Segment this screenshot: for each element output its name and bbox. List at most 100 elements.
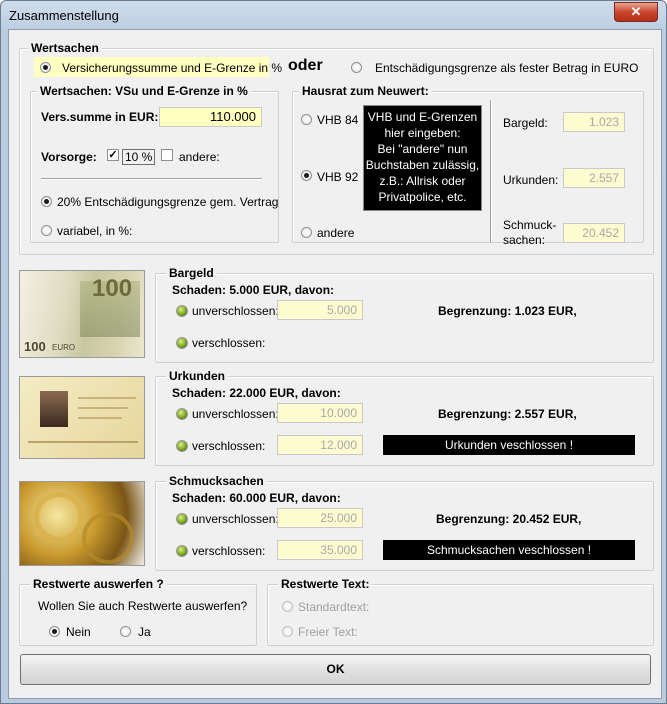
hausrat-group: Hausrat zum Neuwert: VHB 84 VHB 92 ander… [292, 84, 644, 247]
urkunden-warning: Urkunden veschlossen ! [383, 435, 635, 455]
restwerte-legend: Restwerte auswerfen ? [30, 577, 167, 591]
radio-20-percent[interactable] [41, 196, 52, 207]
hausrat-separator [490, 100, 492, 242]
schmuck-group: Schmucksachen Schaden: 60.000 EUR, davon… [155, 474, 654, 571]
banknote-value: 100 [92, 275, 133, 302]
schmuck-limit-label-2: sachen: [503, 233, 546, 247]
bargeld-group: Bargeld Schaden: 5.000 EUR, davon: unver… [155, 266, 654, 363]
schmuck-verschlossen-label: verschlossen: [192, 544, 266, 558]
radio-variabel-label: variabel, in %: [57, 224, 133, 238]
urkunden-schaden: Schaden: 22.000 EUR, davon: [172, 386, 341, 400]
passport-line [28, 441, 138, 443]
bargeld-schaden: Schaden: 5.000 EUR, davon: [172, 283, 335, 297]
dialog-window: Zusammenstellung ✕ Wertsachen Versicheru… [0, 0, 667, 704]
schmuck-verschlossen-input[interactable]: 35.000 [277, 540, 363, 560]
passport-line [78, 417, 122, 419]
vers-summe-input[interactable]: 110.000 [159, 107, 262, 127]
radio-nein[interactable] [49, 626, 60, 637]
schmuck-unverschlossen-indicator [176, 513, 188, 525]
bargeld-unverschlossen-input[interactable]: 5.000 [277, 300, 363, 320]
schmuck-schaden: Schaden: 60.000 EUR, davon: [172, 491, 341, 505]
radio-standardtext[interactable] [282, 601, 293, 612]
bargeld-begrenzung: Begrenzung: 1.023 EUR, [438, 304, 577, 318]
restwerte-question: Wollen Sie auch Restwerte auswerfen? [38, 599, 248, 613]
vorsorge-10-checkbox[interactable]: ✓ [107, 149, 119, 161]
ok-button[interactable]: OK [20, 654, 651, 685]
radio-fixed-amount-label: Entschädigungsgrenze als fester Betrag i… [375, 61, 639, 75]
dialog-client: Wertsachen Versicherungssumme und E-Gren… [8, 29, 662, 699]
banknote-image: 100 100 EURO [19, 270, 145, 358]
jewelry-ring [82, 512, 134, 564]
schmuck-warning: Schmucksachen veschlossen ! [383, 540, 635, 560]
passport-line [78, 407, 128, 409]
radio-variabel[interactable] [41, 225, 52, 236]
radio-ja-label: Ja [138, 625, 151, 639]
hausrat-info-box: VHB und E-Grenzen hier eingeben: Bei "an… [363, 105, 482, 211]
info-line: VHB und E-Grenzen [367, 110, 478, 124]
bargeld-limit-label: Bargeld: [503, 116, 548, 130]
vorsorge-label: Vorsorge: [41, 150, 97, 164]
wertsachen-legend: Wertsachen [28, 41, 102, 55]
info-line: Buchstaben zulässig, [365, 158, 480, 172]
urkunden-limit-label: Urkunden: [503, 173, 559, 187]
radio-fixed-amount[interactable] [351, 62, 362, 73]
restwerte-text-group: Restwerte Text: Standardtext: Freier Tex… [267, 577, 654, 646]
info-line: hier eingeben: [384, 126, 461, 140]
vsu-group: Wertsachen: VSu und E-Grenze in % Vers.s… [30, 84, 279, 243]
radio-freier-text-label: Freier Text: [298, 625, 358, 639]
info-line: z.B.: Allrisk oder [379, 174, 466, 188]
urkunden-unverschlossen-label: unverschlossen: [192, 407, 279, 421]
vsu-legend: Wertsachen: VSu und E-Grenze in % [37, 84, 251, 98]
urkunden-unverschlossen-input[interactable]: 10.000 [277, 403, 363, 423]
bargeld-verschlossen-indicator [176, 337, 188, 349]
hausrat-legend: Hausrat zum Neuwert: [299, 84, 432, 98]
schmuck-verschlossen-indicator [176, 545, 188, 557]
vorsorge-andere-checkbox[interactable] [161, 149, 173, 161]
radio-standardtext-label: Standardtext: [298, 600, 370, 614]
vorsorge-andere-label: andere: [179, 150, 220, 164]
radio-nein-label: Nein [66, 625, 91, 639]
restwerte-group: Restwerte auswerfen ? Wollen Sie auch Re… [19, 577, 257, 646]
radio-ja[interactable] [120, 626, 131, 637]
wertsachen-group: Wertsachen Versicherungssumme und E-Gren… [19, 41, 654, 255]
radio-freier-text[interactable] [282, 626, 293, 637]
radio-hausrat-andere[interactable] [301, 227, 312, 238]
urkunden-group: Urkunden Schaden: 22.000 EUR, davon: unv… [155, 369, 654, 466]
radio-vhb92[interactable] [301, 170, 312, 181]
schmuck-unverschlossen-label: unverschlossen: [192, 512, 279, 526]
radio-vsu-label: Versicherungssumme und E-Grenze in % [62, 61, 283, 75]
radio-vsu[interactable] [40, 62, 51, 73]
info-line: Bei "andere" nun [377, 142, 468, 156]
oder-label: oder [288, 57, 323, 74]
title-bar: Zusammenstellung ✕ [1, 1, 666, 29]
urkunden-verschlossen-indicator [176, 440, 188, 452]
vers-summe-label: Vers.summe in EUR: [41, 110, 159, 124]
schmuck-limit-input[interactable]: 20.452 [563, 223, 625, 243]
jewelry-image [19, 481, 145, 566]
banknote-value-small: 100 [24, 339, 46, 354]
radio-vhb84[interactable] [301, 114, 312, 125]
schmuck-legend: Schmucksachen [166, 474, 267, 488]
bargeld-verschlossen-label: verschlossen: [192, 336, 266, 350]
urkunden-verschlossen-input[interactable]: 12.000 [277, 435, 363, 455]
schmuck-unverschlossen-input[interactable]: 25.000 [277, 508, 363, 528]
banknote-currency: EURO [52, 343, 76, 352]
info-line: Privatpolice, etc. [378, 190, 467, 204]
bargeld-unverschlossen-indicator [176, 305, 188, 317]
bargeld-limit-input[interactable]: 1.023 [563, 112, 625, 132]
schmuck-begrenzung: Begrenzung: 20.452 EUR, [436, 512, 582, 526]
close-icon[interactable]: ✕ [631, 4, 642, 19]
radio-20-percent-label: 20% Entschädigungsgrenze gem. Vertrag [57, 195, 279, 209]
passport-image [19, 376, 145, 459]
radio-vhb84-label: VHB 84 [317, 113, 359, 127]
urkunden-begrenzung: Begrenzung: 2.557 EUR, [438, 407, 577, 421]
restwerte-text-legend: Restwerte Text: [278, 577, 373, 591]
window-title: Zusammenstellung [9, 8, 119, 23]
urkunden-verschlossen-label: verschlossen: [192, 439, 266, 453]
urkunden-legend: Urkunden [166, 369, 229, 383]
passport-line [78, 397, 136, 399]
bargeld-unverschlossen-label: unverschlossen: [192, 304, 279, 318]
close-button[interactable]: ✕ [614, 2, 658, 22]
urkunden-limit-input[interactable]: 2.557 [563, 168, 625, 188]
vsu-separator [41, 178, 262, 180]
